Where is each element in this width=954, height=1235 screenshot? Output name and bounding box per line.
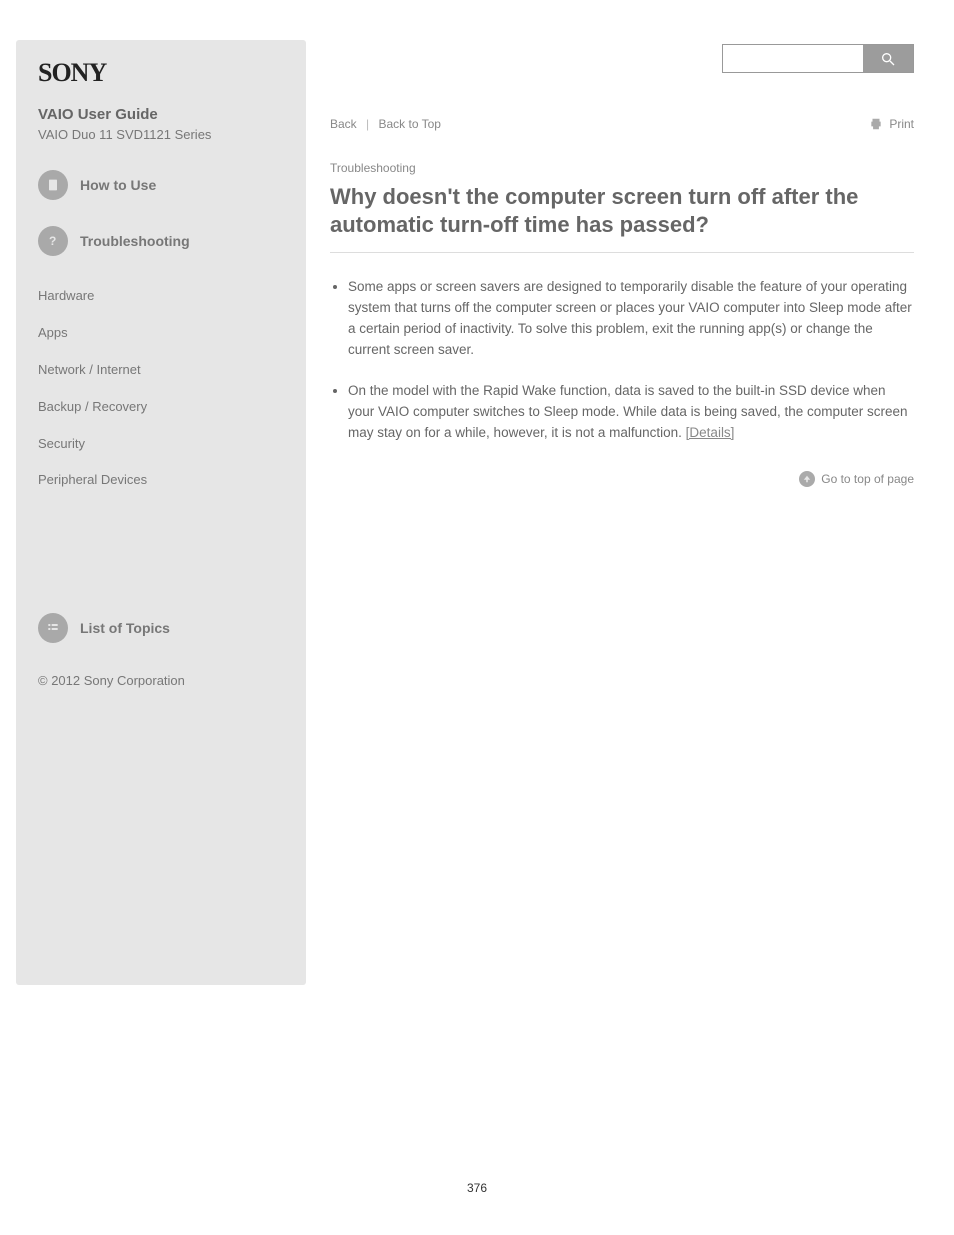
breadcrumb-divider: | <box>366 117 369 131</box>
sidebar-link-peripheral[interactable]: Peripheral Devices <box>38 468 284 493</box>
print-button[interactable]: Print <box>869 117 914 131</box>
sidebar-item-label: How to Use <box>80 177 156 193</box>
search-box <box>722 44 914 73</box>
breadcrumb-top[interactable]: Back to Top <box>379 117 441 131</box>
copyright: © 2012 Sony Corporation <box>38 669 284 694</box>
list-icon <box>38 613 68 643</box>
sidebar-item-troubleshooting[interactable]: ? Troubleshooting <box>38 226 284 256</box>
details-link[interactable]: [Details] <box>686 425 735 440</box>
sidebar-link-apps[interactable]: Apps <box>38 321 284 346</box>
breadcrumb: Back | Back to Top <box>330 117 441 131</box>
search-button[interactable] <box>863 45 913 72</box>
bullet-text: Some apps or screen savers are designed … <box>348 279 912 357</box>
book-icon <box>38 170 68 200</box>
breadcrumb-back[interactable]: Back <box>330 117 357 131</box>
print-label: Print <box>889 117 914 131</box>
search-input[interactable] <box>723 45 863 72</box>
print-icon <box>869 117 883 131</box>
main-content: Back | Back to Top Print Troubleshooting… <box>306 40 914 985</box>
page-number: 376 <box>0 1181 954 1195</box>
topic-label: Troubleshooting <box>330 161 914 175</box>
search-icon <box>880 51 896 67</box>
divider <box>330 252 914 253</box>
sidebar: SONY VAIO User Guide VAIO Duo 11 SVD1121… <box>16 40 306 985</box>
sidebar-item-list-topics[interactable]: List of Topics <box>38 613 284 643</box>
bullet-text: On the model with the Rapid Wake functio… <box>348 383 908 440</box>
go-to-top-label: Go to top of page <box>821 472 914 486</box>
list-item: On the model with the Rapid Wake functio… <box>348 381 914 444</box>
sidebar-link-security[interactable]: Security <box>38 432 284 457</box>
logo-link[interactable]: SONY <box>38 58 284 88</box>
sidebar-item-howto[interactable]: How to Use <box>38 170 284 200</box>
question-icon: ? <box>38 226 68 256</box>
sony-logo: SONY <box>38 58 284 88</box>
page-title: Why doesn't the computer screen turn off… <box>330 183 914 238</box>
product-series: VAIO Duo 11 SVD1121 Series <box>38 127 284 142</box>
sidebar-item-label: Troubleshooting <box>80 233 190 249</box>
svg-text:?: ? <box>49 234 56 248</box>
list-item: Some apps or screen savers are designed … <box>348 277 914 361</box>
arrow-up-icon <box>799 471 815 487</box>
content-list: Some apps or screen savers are designed … <box>330 277 914 443</box>
sidebar-link-backup[interactable]: Backup / Recovery <box>38 395 284 420</box>
product-title: VAIO User Guide <box>38 106 284 123</box>
sidebar-group: Hardware Apps Network / Internet Backup … <box>38 284 284 493</box>
sidebar-link-hardware[interactable]: Hardware <box>38 284 284 309</box>
sidebar-link-network[interactable]: Network / Internet <box>38 358 284 383</box>
sidebar-item-label: List of Topics <box>80 620 170 636</box>
go-to-top-button[interactable]: Go to top of page <box>330 471 914 487</box>
